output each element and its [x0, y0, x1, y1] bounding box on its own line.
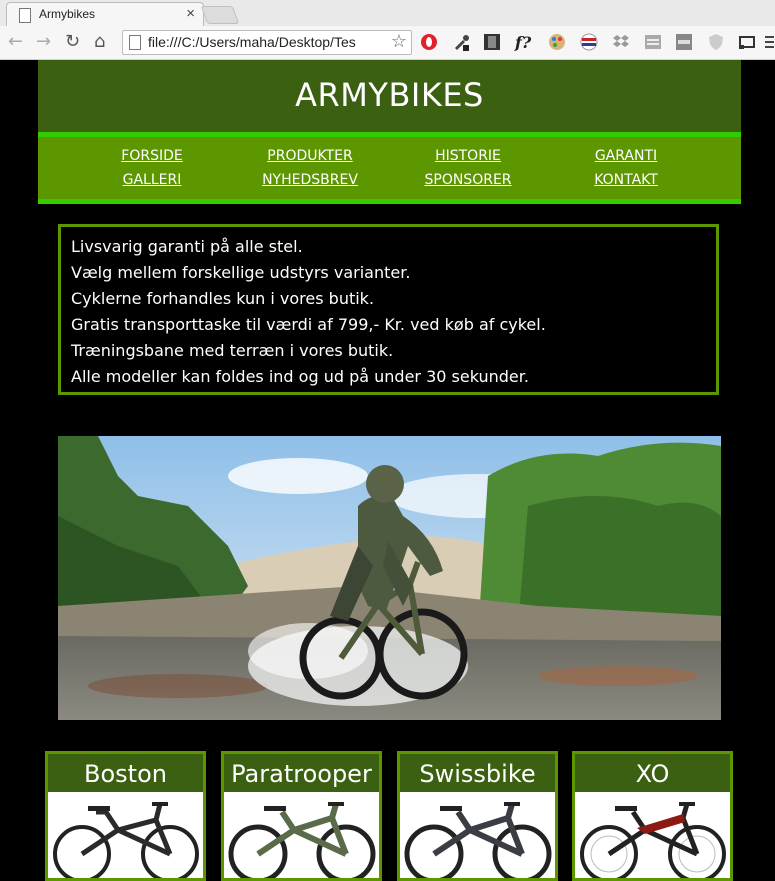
- page-icon: [19, 8, 31, 23]
- paint-icon[interactable]: [548, 33, 566, 51]
- bike-image: [404, 802, 552, 878]
- address-bar[interactable]: file:///C:/Users/maha/Desktop/Tes ☆: [122, 30, 412, 55]
- home-icon[interactable]: ⌂: [94, 32, 105, 52]
- opera-icon[interactable]: [420, 33, 438, 51]
- feature-item: Cyklerne forhandles kun i vores butik.: [71, 289, 375, 308]
- nav-link-galleri[interactable]: GALLERI: [123, 172, 182, 188]
- product-name: XO: [635, 760, 670, 788]
- cast-icon[interactable]: [738, 33, 756, 51]
- reload-icon[interactable]: ↻: [65, 32, 80, 52]
- features-box: Livsvarig garanti på alle stel. Vælg mel…: [58, 224, 719, 395]
- nav-link-kontakt[interactable]: KONTAKT: [594, 172, 658, 188]
- bike-image: [580, 802, 726, 878]
- product-card-header: Paratrooper: [224, 754, 379, 792]
- forward-icon[interactable]: →: [36, 32, 51, 52]
- url-text: file:///C:/Users/maha/Desktop/Tes: [148, 34, 356, 50]
- close-tab-icon[interactable]: ×: [186, 5, 195, 22]
- new-tab-button[interactable]: [200, 6, 240, 24]
- film-icon[interactable]: [483, 33, 501, 51]
- product-card-boston[interactable]: Boston: [45, 751, 206, 881]
- product-card-header: XO: [575, 754, 730, 792]
- bike-image: [53, 802, 199, 878]
- site-title: ARMYBIKES: [295, 76, 484, 114]
- back-icon[interactable]: ←: [8, 32, 23, 52]
- shield-icon[interactable]: [707, 33, 725, 51]
- product-card-header: Swissbike: [400, 754, 555, 792]
- product-name: Boston: [84, 760, 167, 788]
- browser-tab[interactable]: Armybikes ×: [6, 2, 204, 27]
- menu-icon[interactable]: [764, 33, 774, 51]
- nav-link-forside[interactable]: FORSIDE: [121, 148, 182, 164]
- product-card-header: Boston: [48, 754, 203, 792]
- bookmark-star-icon[interactable]: ☆: [390, 31, 407, 52]
- badge-icon[interactable]: [675, 33, 693, 51]
- feature-item: Træningsbane med terræn i vores butik.: [71, 341, 394, 360]
- flag-icon[interactable]: [580, 33, 598, 51]
- nav-link-garanti[interactable]: GARANTI: [595, 148, 657, 164]
- dropbox-icon[interactable]: [612, 33, 630, 51]
- hero-image: [58, 436, 721, 720]
- feature-item: Alle modeller kan foldes ind og ud på un…: [71, 367, 529, 386]
- main-navigation: FORSIDE PRODUKTER HISTORIE GARANTI GALLE…: [38, 132, 741, 204]
- product-card-xo[interactable]: XO: [572, 751, 733, 881]
- browser-tab-strip: Armybikes ×: [0, 0, 775, 27]
- feature-item: Gratis transporttaske til værdi af 799,-…: [71, 315, 546, 334]
- site-header: ARMYBIKES: [38, 60, 741, 132]
- product-name: Swissbike: [419, 760, 536, 788]
- eyedropper-icon[interactable]: [452, 33, 470, 51]
- tab-title: Armybikes: [39, 7, 96, 21]
- window-icon[interactable]: [644, 33, 662, 51]
- nav-link-nyhedsbrev[interactable]: NYHEDSBREV: [262, 172, 358, 188]
- nav-link-produkter[interactable]: PRODUKTER: [267, 148, 352, 164]
- browser-toolbar: ← → ↻ ⌂ file:///C:/Users/maha/Desktop/Te…: [0, 26, 775, 60]
- nav-link-historie[interactable]: HISTORIE: [435, 148, 501, 164]
- product-name: Paratrooper: [231, 760, 372, 788]
- product-card-paratrooper[interactable]: Paratrooper: [221, 751, 382, 881]
- font-f-icon[interactable]: f?: [515, 33, 533, 52]
- features-list: Livsvarig garanti på alle stel. Vælg mel…: [71, 236, 546, 392]
- product-card-swissbike[interactable]: Swissbike: [397, 751, 558, 881]
- feature-item: Vælg mellem forskellige udstyrs variante…: [71, 263, 411, 282]
- feature-item: Livsvarig garanti på alle stel.: [71, 237, 303, 256]
- nav-link-sponsorer[interactable]: SPONSORER: [424, 172, 511, 188]
- bike-image: [228, 802, 376, 878]
- page-icon: [129, 35, 141, 50]
